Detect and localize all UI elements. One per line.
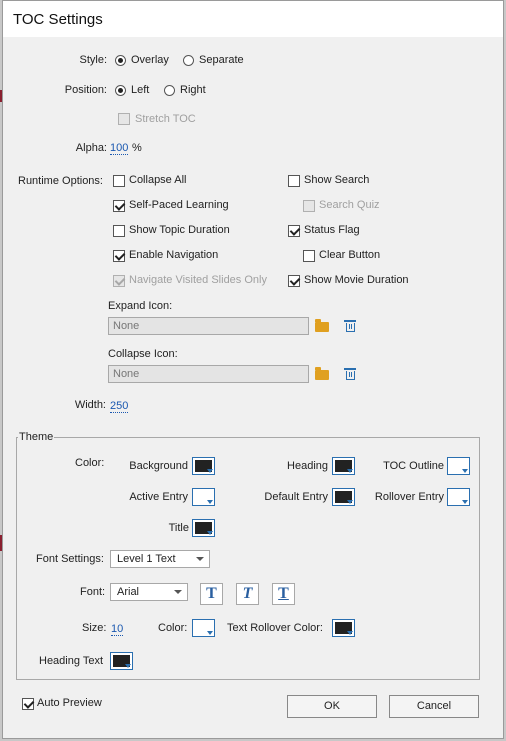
- style-separate-label: Separate: [199, 54, 244, 66]
- text-rollover-label: Text Rollover Color:: [227, 622, 323, 634]
- status-flag-checkbox[interactable]: [288, 225, 300, 237]
- collapse-icon-label: Collapse Icon:: [108, 348, 178, 360]
- trash-icon[interactable]: [344, 320, 356, 332]
- navigate-visited-label: Navigate Visited Slides Only: [129, 274, 267, 286]
- toc-outline-label: TOC Outline: [383, 460, 444, 472]
- show-topic-duration-label: Show Topic Duration: [129, 224, 230, 236]
- active-entry-color-swatch[interactable]: [192, 488, 215, 506]
- enable-navigation-checkbox[interactable]: [113, 250, 125, 262]
- active-entry-label: Active Entry: [129, 491, 188, 503]
- position-left-radio[interactable]: [115, 85, 126, 96]
- chevron-down-icon: [196, 557, 204, 561]
- heading-color-swatch[interactable]: [332, 457, 355, 475]
- title-bar: TOC Settings: [3, 1, 503, 37]
- self-paced-checkbox[interactable]: [113, 200, 125, 212]
- heading-text-label: Heading Text: [39, 655, 104, 667]
- position-left-label: Left: [131, 84, 150, 96]
- expand-icon-label: Expand Icon:: [108, 300, 173, 312]
- heading-label: Heading: [287, 460, 328, 472]
- rollover-entry-color-swatch[interactable]: [447, 488, 470, 506]
- search-quiz-label: Search Quiz: [319, 199, 380, 211]
- size-value[interactable]: 10: [111, 623, 124, 636]
- underline-button[interactable]: T: [272, 583, 295, 605]
- font-settings-select[interactable]: Level 1 Text: [110, 550, 210, 568]
- text-rollover-color-swatch[interactable]: [332, 619, 355, 637]
- position-right-radio[interactable]: [164, 85, 175, 96]
- font-select[interactable]: Arial: [110, 583, 188, 601]
- alpha-unit: %: [132, 142, 142, 154]
- expand-icon-field[interactable]: None: [108, 317, 309, 335]
- alpha-value[interactable]: 100: [110, 142, 129, 155]
- title-color-swatch[interactable]: [192, 519, 215, 537]
- dialog-title: TOC Settings: [13, 11, 103, 28]
- stretch-toc-checkbox[interactable]: [118, 113, 130, 125]
- auto-preview-label: Auto Preview: [37, 697, 102, 709]
- navigate-visited-checkbox[interactable]: [113, 275, 125, 287]
- clear-button-label: Clear Button: [319, 249, 381, 261]
- style-label: Style:: [79, 54, 107, 66]
- style-overlay-radio[interactable]: [115, 55, 126, 66]
- text-color-swatch[interactable]: [192, 619, 215, 637]
- bold-button[interactable]: T: [200, 583, 223, 605]
- position-label: Position:: [64, 84, 107, 96]
- cancel-button[interactable]: Cancel: [389, 695, 479, 718]
- clear-button-checkbox[interactable]: [303, 250, 315, 262]
- folder-icon[interactable]: [315, 367, 329, 380]
- background-label: Background: [129, 460, 188, 472]
- show-movie-duration-label: Show Movie Duration: [304, 274, 409, 286]
- show-search-checkbox[interactable]: [288, 175, 300, 187]
- folder-icon[interactable]: [315, 319, 329, 332]
- chevron-down-icon: [174, 590, 182, 594]
- collapse-icon-field[interactable]: None: [108, 365, 309, 383]
- text-color-label: Color:: [158, 622, 188, 634]
- width-value[interactable]: 250: [110, 400, 129, 413]
- heading-text-color-swatch[interactable]: [110, 652, 133, 670]
- enable-navigation-label: Enable Navigation: [129, 249, 219, 261]
- font-value: Arial: [117, 586, 140, 598]
- italic-button[interactable]: T: [236, 583, 259, 605]
- show-movie-duration-checkbox[interactable]: [288, 275, 300, 287]
- font-label: Font:: [80, 586, 106, 598]
- default-entry-color-swatch[interactable]: [332, 488, 355, 506]
- collapse-all-label: Collapse All: [129, 174, 187, 186]
- trash-icon[interactable]: [344, 368, 356, 380]
- self-paced-label: Self-Paced Learning: [129, 199, 229, 211]
- default-entry-label: Default Entry: [264, 491, 328, 503]
- title-label: Title: [168, 522, 189, 534]
- style-separate-radio[interactable]: [183, 55, 194, 66]
- font-settings-label: Font Settings:: [36, 553, 104, 565]
- show-topic-duration-checkbox[interactable]: [113, 225, 125, 237]
- ok-button[interactable]: OK: [287, 695, 377, 718]
- rollover-entry-label: Rollover Entry: [374, 491, 444, 503]
- status-flag-label: Status Flag: [304, 224, 360, 236]
- alpha-label: Alpha:: [75, 142, 107, 154]
- runtime-options-label: Runtime Options:: [18, 175, 103, 187]
- size-label: Size:: [82, 622, 107, 634]
- theme-group-label: Theme: [18, 431, 55, 443]
- style-overlay-label: Overlay: [131, 54, 169, 66]
- position-right-label: Right: [180, 84, 206, 96]
- collapse-all-checkbox[interactable]: [113, 175, 125, 187]
- font-settings-value: Level 1 Text: [117, 553, 176, 565]
- width-label: Width:: [74, 399, 106, 411]
- search-quiz-checkbox[interactable]: [303, 200, 315, 212]
- show-search-label: Show Search: [304, 174, 370, 186]
- toc-outline-color-swatch[interactable]: [447, 457, 470, 475]
- stretch-toc-label: Stretch TOC: [135, 113, 196, 125]
- auto-preview-checkbox[interactable]: [22, 698, 34, 710]
- background-color-swatch[interactable]: [192, 457, 215, 475]
